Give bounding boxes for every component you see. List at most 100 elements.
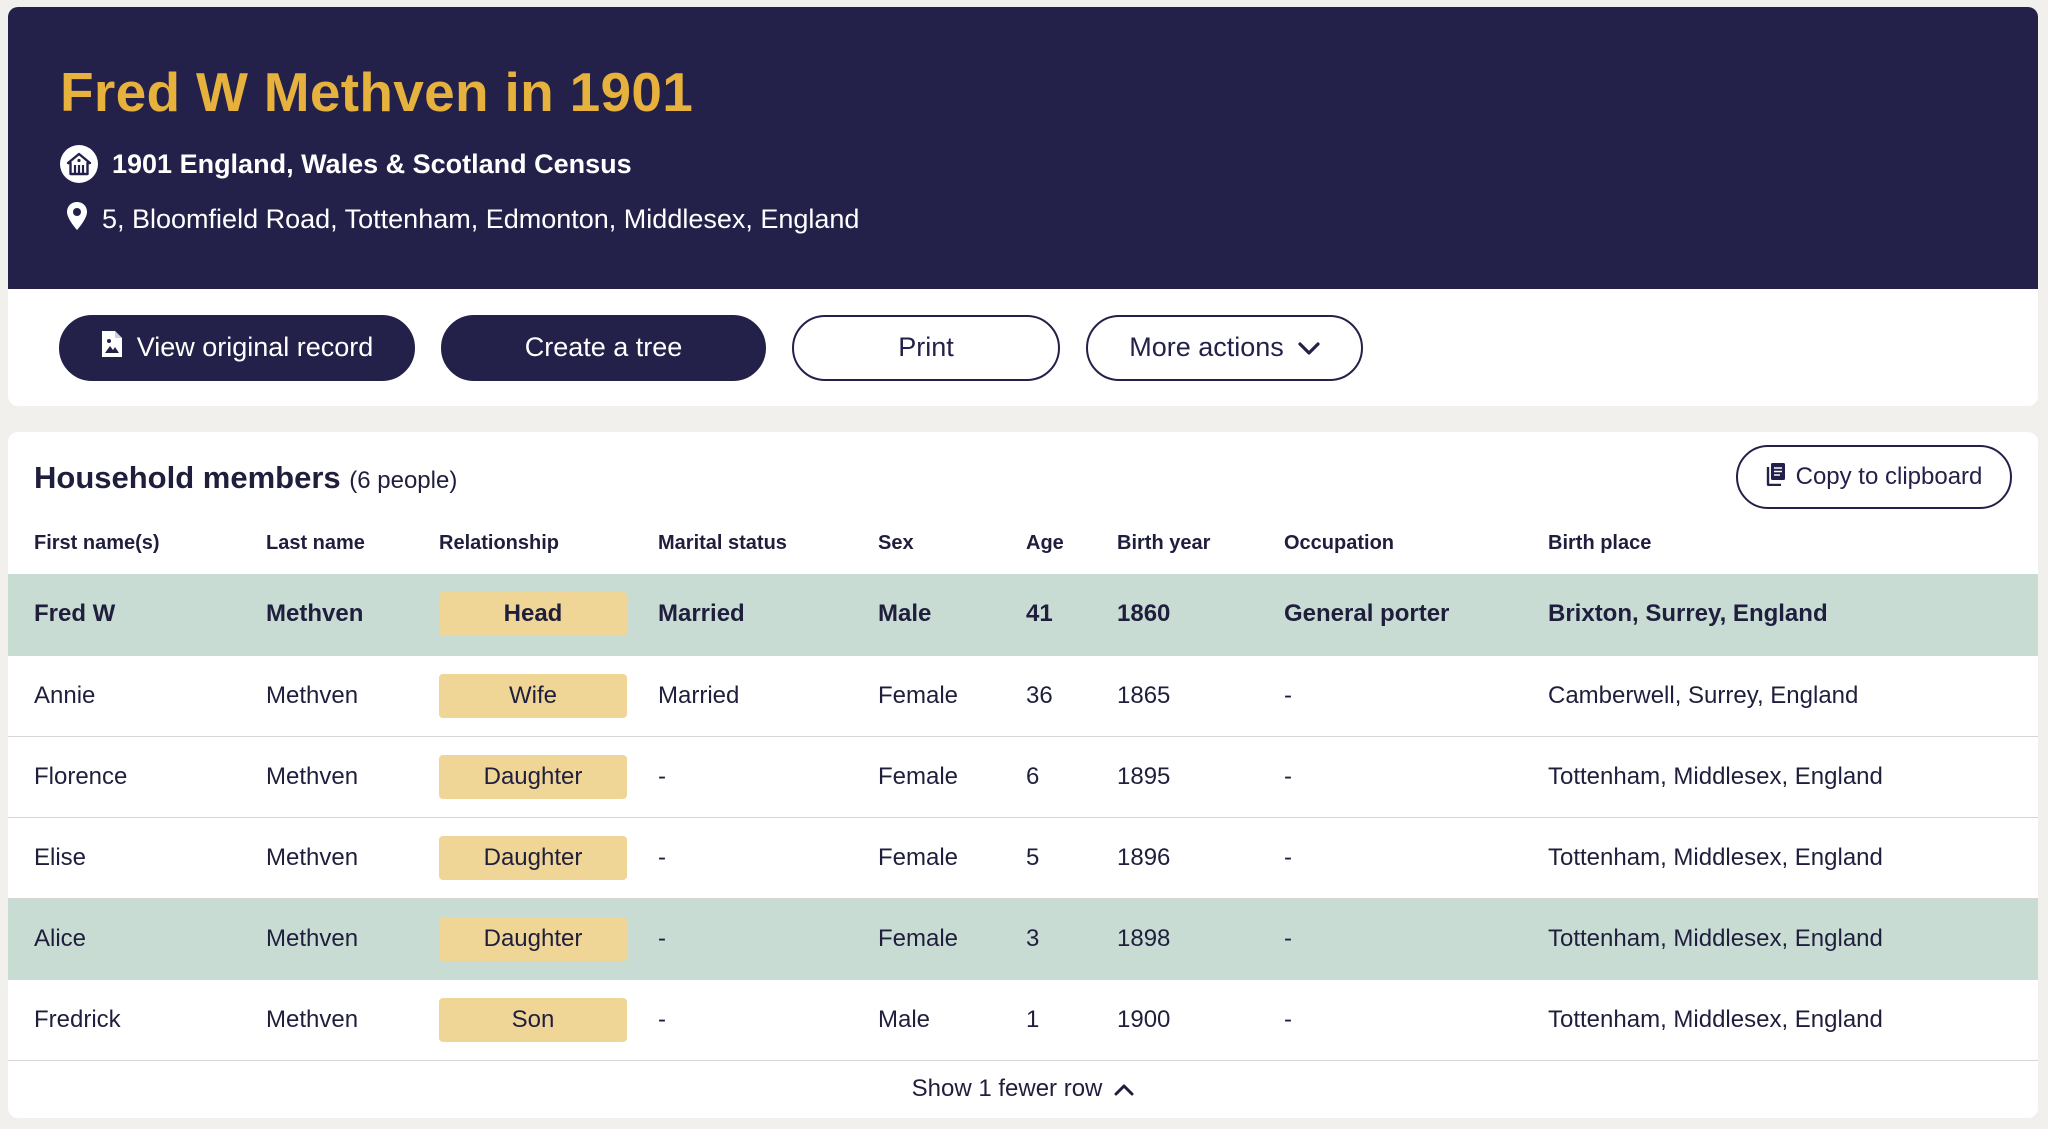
birth-year-cell: 1900 xyxy=(1117,979,1284,1061)
household-count: (6 people) xyxy=(349,467,458,494)
view-original-record-button[interactable]: View original record xyxy=(59,314,415,381)
table-row[interactable]: Fred W Methven Head Married Male 41 1860… xyxy=(8,574,2038,656)
copy-to-clipboard-label: Copy to clipboard xyxy=(1795,463,1983,490)
marital-status-cell: - xyxy=(658,898,878,980)
birth-place-cell: Tottenham, Middlesex, England xyxy=(1548,736,2038,818)
relationship-chip: Daughter xyxy=(439,754,627,799)
first-name-cell: Elise xyxy=(8,817,266,899)
column-header: Birth year xyxy=(1117,532,1211,554)
column-header: Last name xyxy=(266,532,365,554)
occupation-cell: General porter xyxy=(1284,574,1548,656)
household-title: Household members xyxy=(34,460,341,495)
table-row[interactable]: Florence Methven Daughter - Female 6 189… xyxy=(8,736,2038,818)
marital-status-cell: Married xyxy=(658,655,878,737)
relationship-chip: Wife xyxy=(439,673,627,718)
marital-status-cell: - xyxy=(658,979,878,1061)
address-text: 5, Bloomfield Road, Tottenham, Edmonton,… xyxy=(102,204,860,234)
last-name-cell: Methven xyxy=(266,898,439,980)
household-table: First name(s) Last name Relationship Mar… xyxy=(8,532,2038,1061)
chevron-up-icon xyxy=(1114,1075,1134,1103)
last-name-cell: Methven xyxy=(266,736,439,818)
column-header: First name(s) xyxy=(34,532,160,554)
view-original-record-label: View original record xyxy=(136,332,374,362)
table-row[interactable]: Annie Methven Wife Married Female 36 186… xyxy=(8,655,2038,737)
occupation-cell: - xyxy=(1284,979,1548,1061)
birth-year-cell: 1898 xyxy=(1117,898,1284,980)
relationship-chip: Daughter xyxy=(439,835,627,880)
column-header: Sex xyxy=(878,532,914,554)
first-name-cell: Florence xyxy=(8,736,266,818)
occupation-cell: - xyxy=(1284,736,1548,818)
birth-place-cell: Tottenham, Middlesex, England xyxy=(1548,817,2038,899)
first-name-cell: Annie xyxy=(8,655,266,737)
column-header: Age xyxy=(1026,532,1064,554)
table-row[interactable]: Elise Methven Daughter - Female 5 1896 -… xyxy=(8,817,2038,899)
sex-cell: Female xyxy=(878,817,1026,899)
table-row[interactable]: Fredrick Methven Son - Male 1 1900 - Tot… xyxy=(8,979,2038,1061)
relationship-chip: Head xyxy=(439,592,627,637)
relationship-chip: Son xyxy=(439,997,627,1042)
last-name-cell: Methven xyxy=(266,979,439,1061)
birth-year-cell: 1865 xyxy=(1117,655,1284,737)
column-header: Marital status xyxy=(658,532,787,554)
birth-place-cell: Tottenham, Middlesex, England xyxy=(1548,979,2038,1061)
occupation-cell: - xyxy=(1284,655,1548,737)
relationship-cell: Daughter xyxy=(439,736,658,818)
occupation-cell: - xyxy=(1284,817,1548,899)
sex-cell: Female xyxy=(878,898,1026,980)
age-cell: 36 xyxy=(1026,655,1117,737)
age-cell: 5 xyxy=(1026,817,1117,899)
table-row[interactable]: Alice Methven Daughter - Female 3 1898 -… xyxy=(8,898,2038,980)
chevron-down-icon xyxy=(1298,332,1320,363)
occupation-cell: - xyxy=(1284,898,1548,980)
column-header: Occupation xyxy=(1284,532,1395,554)
birth-place-cell: Brixton, Surrey, England xyxy=(1548,574,2038,656)
show-fewer-rows-button[interactable]: Show 1 fewer row xyxy=(8,1060,2038,1118)
relationship-chip: Daughter xyxy=(439,916,627,961)
relationship-cell: Son xyxy=(439,979,658,1061)
last-name-cell: Methven xyxy=(266,817,439,899)
relationship-cell: Daughter xyxy=(439,898,658,980)
record-header: Fred W Methven in 1901 1901 England, Wal… xyxy=(8,7,2038,289)
sex-cell: Female xyxy=(878,655,1026,737)
first-name-cell: Alice xyxy=(8,898,266,980)
marital-status-cell: Married xyxy=(658,574,878,656)
more-actions-button[interactable]: More actions xyxy=(1086,314,1363,381)
relationship-cell: Wife xyxy=(439,655,658,737)
birth-place-cell: Camberwell, Surrey, England xyxy=(1548,655,2038,737)
marital-status-cell: - xyxy=(658,736,878,818)
page-title: Fred W Methven in 1901 xyxy=(60,61,694,123)
birth-year-cell: 1896 xyxy=(1117,817,1284,899)
age-cell: 41 xyxy=(1026,574,1117,656)
sex-cell: Male xyxy=(878,574,1026,656)
birth-year-cell: 1895 xyxy=(1117,736,1284,818)
relationship-cell: Daughter xyxy=(439,817,658,899)
copy-to-clipboard-button[interactable]: Copy to clipboard xyxy=(1736,445,2012,509)
relationship-cell: Head xyxy=(439,574,658,656)
create-tree-button[interactable]: Create a tree xyxy=(441,314,766,381)
show-fewer-label: Show 1 fewer row xyxy=(911,1075,1103,1102)
collection-row: 1901 England, Wales & Scotland Census xyxy=(60,145,1986,183)
column-header: Relationship xyxy=(439,532,560,554)
table-header-row: First name(s) Last name Relationship Mar… xyxy=(8,532,2038,574)
census-house-icon xyxy=(60,145,98,183)
print-button[interactable]: Print xyxy=(792,314,1060,381)
more-actions-label: More actions xyxy=(1129,332,1284,362)
collection-link[interactable]: 1901 England, Wales & Scotland Census xyxy=(112,149,632,180)
column-header: Birth place xyxy=(1548,532,1652,554)
first-name-cell: Fred W xyxy=(8,574,266,656)
age-cell: 6 xyxy=(1026,736,1117,818)
sex-cell: Male xyxy=(878,979,1026,1061)
clipboard-icon xyxy=(1766,462,1786,493)
last-name-cell: Methven xyxy=(266,574,439,656)
household-members-panel: Household members (6 people) Copy to cli… xyxy=(8,432,2038,1118)
household-heading: Household members (6 people) xyxy=(34,460,457,496)
page: Fred W Methven in 1901 1901 England, Wal… xyxy=(0,0,2048,1129)
birth-place-cell: Tottenham, Middlesex, England xyxy=(1548,898,2038,980)
first-name-cell: Fredrick xyxy=(8,979,266,1061)
birth-year-cell: 1860 xyxy=(1117,574,1284,656)
document-image-icon xyxy=(101,330,123,365)
age-cell: 3 xyxy=(1026,898,1117,980)
last-name-cell: Methven xyxy=(266,655,439,737)
action-bar: View original record Create a tree Print… xyxy=(8,289,2038,406)
